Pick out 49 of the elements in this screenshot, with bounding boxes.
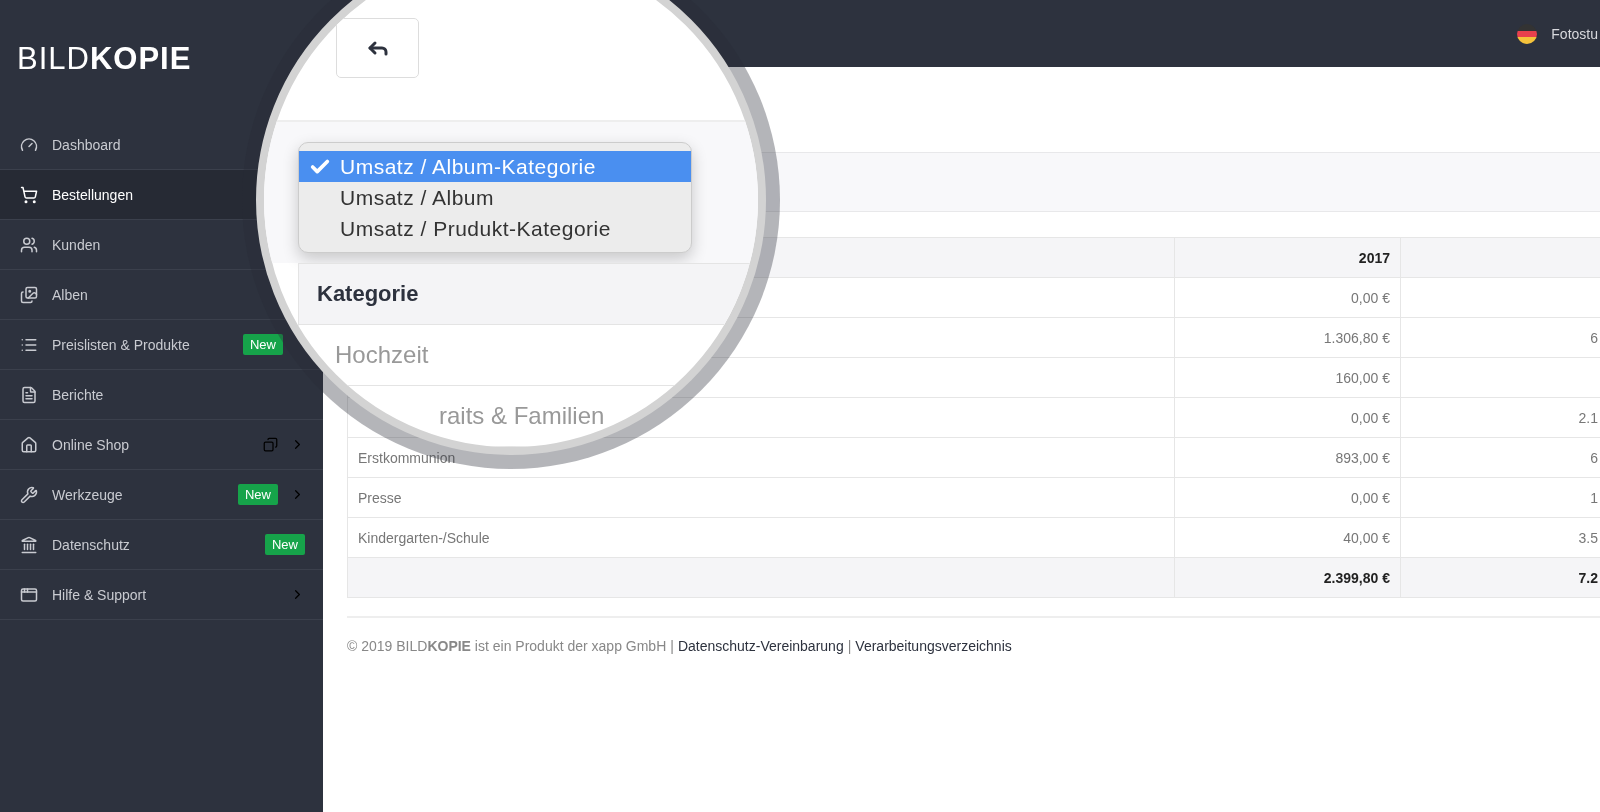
nav-item[interactable]: Kunden	[20, 226, 101, 263]
nav-icon	[20, 135, 38, 154]
nav-item[interactable]: Hilfe & Support	[20, 576, 147, 613]
dropdown-option[interactable]: Umsatz / Prudukt-Kategorie	[299, 213, 691, 244]
dropdown-option[interactable]: Umsatz / Album	[299, 182, 691, 213]
footer-link[interactable]: Datenschutz-Vereinbarung	[677, 638, 844, 654]
table-cell: 40,00 €	[1174, 517, 1401, 558]
table-cell: 6	[1400, 317, 1600, 358]
table-cell: 0,00 €	[1174, 397, 1401, 438]
table-cell: Presse	[347, 477, 1175, 518]
table-cell: 0,00 €	[1174, 477, 1401, 518]
nav-item[interactable]: Alben	[20, 276, 88, 313]
nav-item[interactable]: Werkzeuge	[20, 476, 123, 513]
copyright-text: © 2019 BILDKOPIE ist ein Produkt der xapp GmbH	[347, 638, 667, 654]
table-cell: 160,00 €	[1174, 357, 1401, 398]
table-cell: 2.399,80 €	[1174, 557, 1401, 598]
table-cell: 3.5	[1400, 517, 1600, 558]
table-cell: 2.1	[1400, 397, 1600, 438]
logo[interactable]: BILDKOPIE	[17, 41, 192, 77]
footer-separator: |	[847, 638, 852, 654]
table-cell: 7.2	[1400, 557, 1600, 598]
table-cell: Kindergarten-/Schule	[347, 517, 1175, 558]
nav-icon	[20, 535, 38, 554]
new-badge: New	[243, 334, 283, 355]
table-cell: 893,00 €	[1174, 437, 1401, 478]
new-badge: New	[265, 534, 305, 555]
back-button[interactable]	[336, 18, 419, 78]
column-header: 2017	[1174, 237, 1401, 278]
table-cell: 1.306,80 €	[1174, 317, 1401, 358]
nav-item[interactable]: Preislisten & Produkte	[20, 326, 190, 363]
flag-icon	[1517, 23, 1538, 44]
footer-separator: |	[670, 638, 674, 654]
nav-icon	[20, 435, 38, 454]
nav-icon	[20, 585, 38, 604]
nav-item[interactable]: Online Shop	[20, 426, 130, 463]
user-name[interactable]: Fotostu	[1551, 25, 1598, 42]
nav-item[interactable]: Dashboard	[20, 126, 121, 163]
nav-icon	[20, 185, 38, 204]
new-badge: New	[238, 484, 278, 505]
table-cell: 0,00 €	[1174, 277, 1401, 318]
nav-item[interactable]: Datenschutz	[20, 526, 130, 563]
nav-icon	[20, 485, 38, 504]
nav-icon	[20, 385, 38, 404]
table-cell: 1	[1400, 477, 1600, 518]
nav-item[interactable]: Berichte	[20, 376, 104, 413]
table-cell: 6	[1400, 437, 1600, 478]
nav-icon	[20, 235, 38, 254]
footer-link[interactable]: Verarbeitungsverzeichnis	[855, 638, 1012, 654]
nav-icon	[20, 285, 38, 304]
